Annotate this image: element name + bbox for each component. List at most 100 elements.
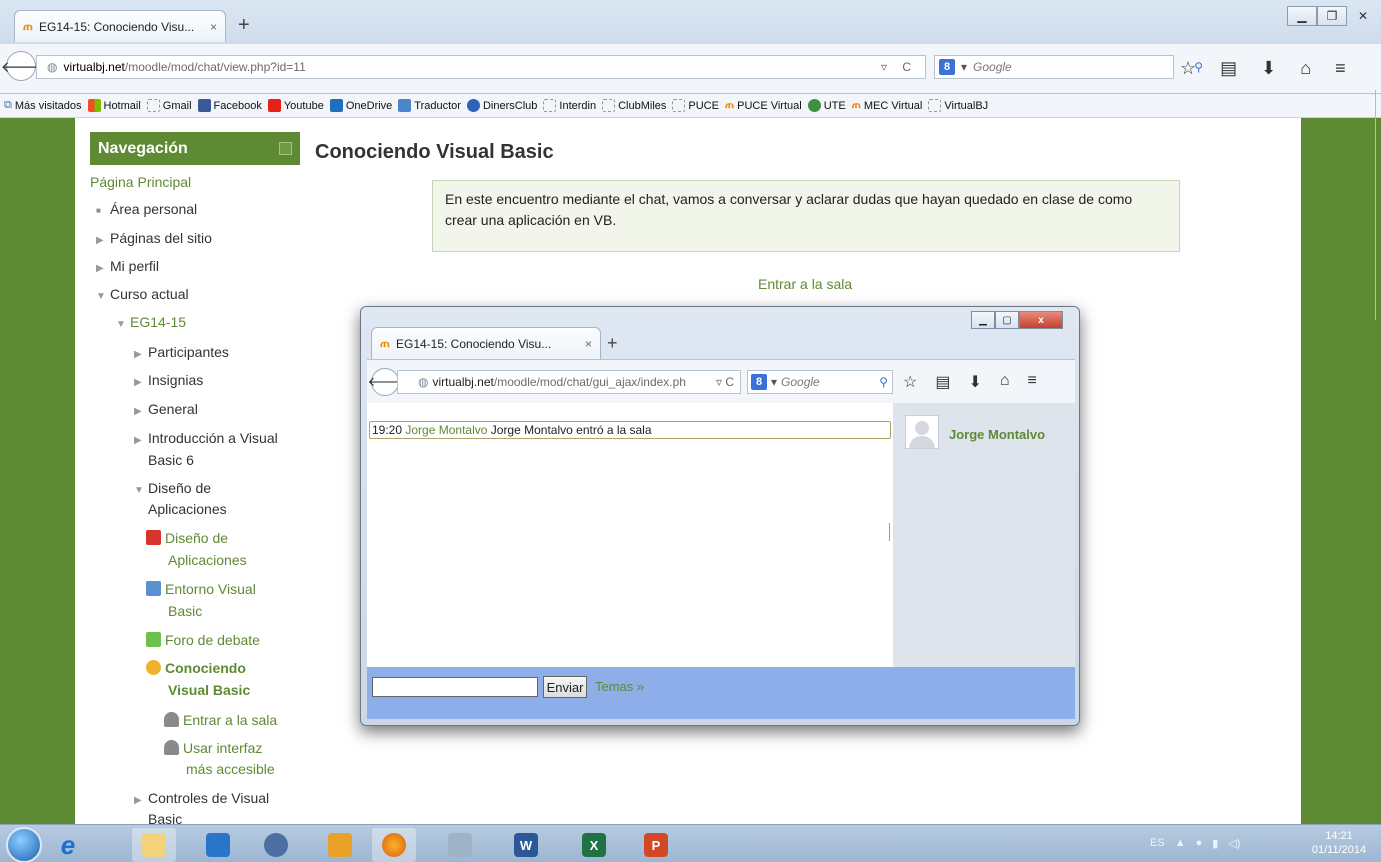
topics-link[interactable]: Temas » [595,679,644,694]
volume-icon[interactable]: ◁) [1228,837,1240,850]
enter-room-link[interactable]: Entrar a la sala [758,276,852,292]
bookmark-item[interactable]: ⧉ Más visitados [4,99,82,112]
message-user[interactable]: Jorge Montalvo [405,423,487,437]
download-icon[interactable]: ⬇ [968,372,981,392]
nav-item-chat-line2: Visual Basic [168,682,251,698]
bookmark-item[interactable]: Facebook [197,99,262,112]
taskbar-word[interactable]: W [504,828,548,862]
menu-icon[interactable]: ≡ [1028,372,1037,392]
bookmark-item[interactable]: DinersClub [466,99,537,112]
nav-item-intro-vb[interactable]: ▶ Introducción a Visual [134,430,278,446]
nav-item-accessible-ui[interactable]: Usar interfaz [164,740,262,756]
start-button[interactable] [6,827,42,862]
collapse-icon[interactable] [279,142,292,155]
nav-item-current-course[interactable]: ▼ Curso actual [96,286,189,302]
nav-item-vb-environment[interactable]: Entorno Visual [146,581,256,597]
bookmark-item[interactable]: Youtube [267,99,324,112]
popup-url-bar[interactable]: ◍ virtualbj.net/moodle/mod/chat/gui_ajax… [397,370,741,394]
restore-button[interactable]: ❐ [1317,6,1347,26]
star-icon[interactable]: ☆ [1180,58,1196,79]
popup-minimize-button[interactable]: ▁ [971,311,995,329]
popup-search-box[interactable]: 8 ▾ Google ⚲ [747,370,893,394]
nav-item-chat[interactable]: Conociendo [146,660,246,676]
nav-item-site-pages[interactable]: ▶ Páginas del sitio [96,230,212,246]
pane-resize-handle[interactable] [889,523,891,541]
user-name[interactable]: Jorge Montalvo [949,427,1045,442]
send-button[interactable]: Enviar [543,676,587,698]
star-icon[interactable]: ☆ [903,372,917,392]
taskbar-excel[interactable]: X [572,828,616,862]
new-tab-button[interactable]: + [238,14,250,37]
nav-item-vb-controls[interactable]: ▶ Controles de Visual [134,790,269,806]
home-icon[interactable]: ⌂ [1000,372,1010,392]
bookmark-item[interactable]: Traductor [398,99,461,112]
bookmark-item[interactable]: ClubMiles [602,99,666,112]
chat-popup-window: ▁ ▢ x ጠ EG14-15: Conociendo Visu... × + … [360,306,1080,726]
pdf-icon [146,530,161,545]
nav-item-app-design[interactable]: ▼ Diseño de [134,480,211,496]
bookmark-item[interactable]: Hotmail [87,99,141,112]
bookmark-item[interactable]: VirtualBJ [928,99,988,112]
taskbar-calculator[interactable] [438,828,482,862]
nav-item-enter-room[interactable]: Entrar a la sala [164,712,277,728]
reload-icon[interactable]: ▿ C [881,60,925,74]
chat-messages-pane[interactable]: 19:20 Jorge Montalvo Jorge Montalvo entr… [367,403,893,667]
bookmark-item[interactable]: UTE [807,99,846,112]
download-icon[interactable]: ⬇ [1261,58,1276,79]
bookmark-item[interactable]: Interdin [543,99,596,112]
home-icon[interactable]: ⌂ [1300,58,1311,79]
search-icon[interactable]: ⚲ [879,375,888,389]
close-button[interactable]: ✕ [1347,6,1379,26]
taskbar-explorer[interactable] [132,828,176,862]
reload-icon[interactable]: ▿ C [716,375,740,389]
dropdown-icon[interactable]: ▾ [961,60,967,74]
taskbar-app[interactable] [254,828,298,862]
url-bar[interactable]: ◍ virtualbj.net/moodle/mod/chat/view.php… [36,55,926,79]
taskbar-firefox[interactable] [372,828,416,862]
bookmark-item[interactable]: Gmail [146,99,192,112]
bookmark-item[interactable]: OneDrive [329,99,392,112]
taskbar-media-player[interactable] [196,828,240,862]
popup-restore-button[interactable]: ▢ [995,311,1019,329]
clock[interactable]: 14:21 01/11/2014 [1300,829,1378,857]
nav-item-course[interactable]: ▼ EG14-15 [116,314,186,330]
popup-tab[interactable]: ጠ EG14-15: Conociendo Visu... × [371,327,601,359]
taskbar-powerpoint[interactable]: P [634,828,678,862]
show-hidden-icons-icon[interactable]: ▲ [1175,837,1186,850]
bookmark-item[interactable]: ጠ MEC Virtual [852,99,923,112]
nav-item-general[interactable]: ▶ General [134,401,198,417]
nav-item-forum[interactable]: Foro de debate [146,632,260,648]
bookmark-item[interactable]: PUCE [672,99,719,112]
browser-tab[interactable]: ጠ EG14-15: Conociendo Visu... × [14,10,226,42]
expand-icon: ▶ [96,235,104,246]
dropdown-icon[interactable]: ▾ [771,375,777,389]
nav-item-profile[interactable]: ▶ Mi perfil [96,258,159,274]
nav-item-participants[interactable]: ▶ Participantes [134,344,229,360]
menu-icon[interactable]: ≡ [1335,58,1346,79]
tab-close-icon[interactable]: × [210,20,217,34]
popup-new-tab-button[interactable]: + [607,333,618,354]
taskbar-paint[interactable] [318,828,362,862]
taskbar-ie[interactable]: e [46,828,90,862]
back-button[interactable]: 🡐 [1,51,41,81]
bookmark-item[interactable]: ጠ PUCE Virtual [725,99,802,112]
minimize-button[interactable]: ▁ [1287,6,1317,26]
expand-icon: ▶ [134,349,142,360]
nav-item-resource-app-design[interactable]: Diseño de [146,530,228,546]
nav-item-personal-area[interactable]: ■ Área personal [96,201,197,217]
popup-close-button[interactable]: x [1019,311,1063,329]
search-box[interactable]: 8 ▾ Google ⚲ [934,55,1203,79]
browser-nav-bar: 🡐 ◍ virtualbj.net/moodle/mod/chat/view.p… [0,44,1381,94]
scrollbar[interactable] [1375,90,1381,320]
tab-close-icon[interactable]: × [585,337,592,351]
reading-list-icon[interactable]: ▤ [1220,58,1237,79]
language-indicator[interactable]: ES [1150,837,1165,850]
network-icon[interactable]: ▮ [1212,837,1218,850]
nav-item-badges[interactable]: ▶ Insignias [134,372,203,388]
back-button[interactable]: 🡐 [368,368,402,396]
chat-message-input[interactable] [372,677,538,697]
popup-search-placeholder: Google [781,375,820,389]
reading-list-icon[interactable]: ▤ [935,372,950,392]
security-icon[interactable]: ● [1196,837,1203,850]
nav-item-home[interactable]: Página Principal [90,174,191,190]
